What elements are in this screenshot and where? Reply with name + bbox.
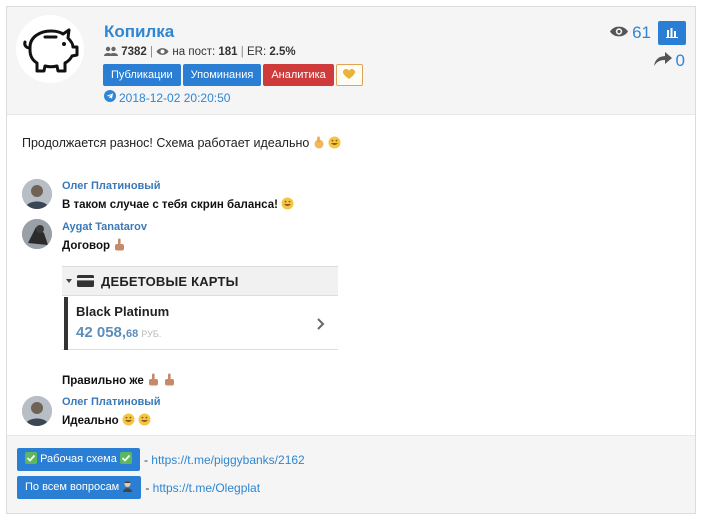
message-text: Договор <box>62 238 126 254</box>
telegram-icon <box>104 90 116 105</box>
channel-avatar[interactable] <box>16 15 84 83</box>
views-count: 61 <box>632 23 651 42</box>
channel-stats: 7382 | на пост: 181 | ER: 2.5% <box>104 46 296 58</box>
card-icon <box>66 275 94 287</box>
message-author[interactable]: Олег Платиновый <box>62 180 160 192</box>
message-author[interactable]: Aygat Tanatarov <box>62 221 147 233</box>
scheme-link[interactable]: https://t.me/piggybanks/2162 <box>151 453 304 467</box>
views-counter: 61 <box>609 23 651 43</box>
share-arrow-icon <box>653 51 672 71</box>
er-value: 2.5% <box>269 46 296 58</box>
bar-chart-icon <box>666 28 678 38</box>
user-photo-icon <box>22 219 52 249</box>
subscribers-count: 7382 <box>121 46 147 58</box>
man-emoji-icon <box>122 478 133 501</box>
card-name: Black Platinum <box>76 304 170 319</box>
scheme-link-row: Рабочая схема - https://t.me/piggybanks/… <box>17 448 305 471</box>
middle-finger-icon <box>147 373 160 389</box>
questions-button[interactable]: По всем вопросам <box>17 476 142 501</box>
working-scheme-button[interactable]: Рабочая схема <box>17 448 140 471</box>
debit-cards-header[interactable]: ДЕБЕТОВЫЕ КАРТЫ <box>62 267 338 296</box>
er-label: ER: <box>246 46 267 58</box>
user-photo-icon <box>22 396 52 426</box>
message-text: В таком случае с тебя скрин баланса! <box>62 197 294 213</box>
eye-icon <box>609 23 629 43</box>
post-body-text: Продолжается разнос! Схема работает идеа… <box>22 136 310 150</box>
chevron-right-icon[interactable] <box>316 317 326 331</box>
link-separator: - <box>145 480 150 495</box>
message-text: Идеально <box>62 413 151 429</box>
card-balance: 42 058,68 РУБ. <box>76 324 162 341</box>
balance-screenshot: ДЕБЕТОВЫЕ КАРТЫ Black Platinum 42 058,68… <box>62 266 338 350</box>
mentions-button[interactable]: Упоминания <box>182 64 262 86</box>
per-post-label: на пост: <box>172 46 216 58</box>
publications-button[interactable]: Публикации <box>103 64 181 86</box>
questions-link-row: По всем вопросам - https://t.me/Olegplat <box>17 476 260 499</box>
shares-counter: 0 <box>653 51 685 71</box>
questions-link[interactable]: https://t.me/Olegplat <box>153 481 260 495</box>
message-text: Правильно же <box>62 373 176 389</box>
heart-icon <box>343 69 356 79</box>
channel-title[interactable]: Копилка <box>104 22 174 42</box>
user-photo-icon <box>22 179 52 209</box>
avatar[interactable] <box>22 219 52 249</box>
middle-finger-icon <box>113 238 126 254</box>
grin-emoji-icon <box>138 413 151 429</box>
eye-icon <box>156 46 172 58</box>
piggy-bank-icon <box>23 28 79 73</box>
message-author[interactable]: Олег Платиновый <box>62 396 160 408</box>
post-body: Продолжается разнос! Схема работает идеа… <box>22 136 341 152</box>
post-card: Копилка 7382 | на пост: 181 | ER: 2.5% П… <box>6 6 696 514</box>
shares-count: 0 <box>675 51 685 70</box>
check-mark-icon <box>25 450 37 473</box>
analytics-button[interactable]: Аналитика <box>263 64 334 86</box>
users-icon <box>104 46 121 58</box>
grin-emoji-icon <box>122 413 135 429</box>
favorite-button[interactable] <box>335 64 363 86</box>
post-footer: Рабочая схема - https://t.me/piggybanks/… <box>7 435 695 513</box>
stats-chart-button[interactable] <box>658 21 686 45</box>
grin-emoji-icon <box>281 197 294 213</box>
avatar[interactable] <box>22 179 52 209</box>
post-date-text: 2018-12-02 20:20:50 <box>119 90 231 105</box>
link-separator: - <box>143 452 148 467</box>
ok-hand-icon <box>313 136 325 152</box>
check-mark-icon <box>119 450 132 473</box>
middle-finger-icon <box>163 373 176 389</box>
grin-emoji-icon <box>328 136 341 152</box>
post-header: Копилка 7382 | на пост: 181 | ER: 2.5% П… <box>7 7 695 115</box>
card-color-bar <box>64 297 68 350</box>
channel-actions: Публикации Упоминания Аналитика <box>103 64 363 86</box>
debit-cards-title: ДЕБЕТОВЫЕ КАРТЫ <box>101 274 239 289</box>
avatar[interactable] <box>22 396 52 426</box>
post-date[interactable]: 2018-12-02 20:20:50 <box>104 90 230 105</box>
per-post-value: 181 <box>218 46 238 58</box>
